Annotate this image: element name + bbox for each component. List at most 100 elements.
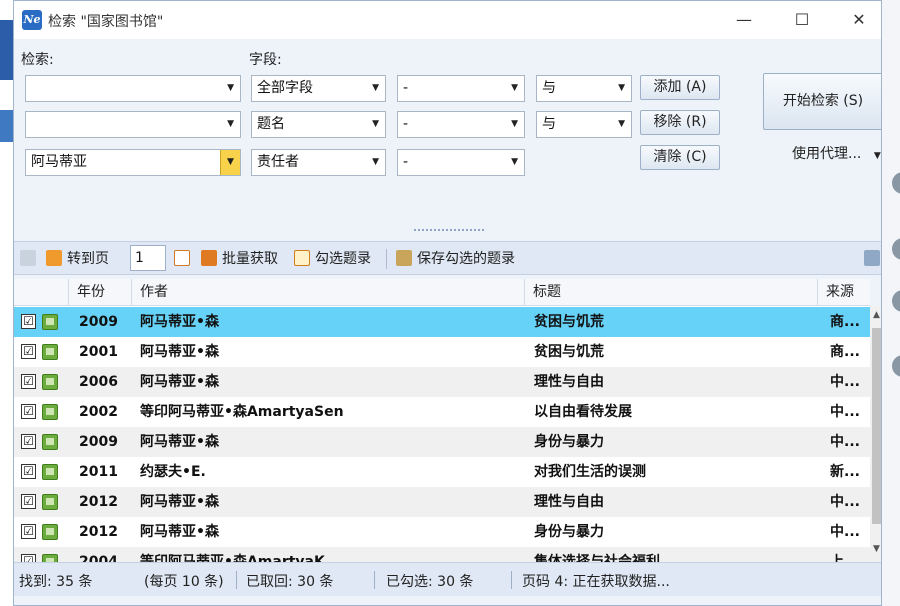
logic-select-2[interactable]: 与 ▼ [536, 111, 632, 138]
status-found: 找到: 35 条 [19, 574, 93, 590]
user-icon [864, 250, 880, 266]
match-select-1[interactable]: - ▼ [397, 75, 525, 102]
results-toolbar: 转到页 1 批量获取 勾选题录 保存勾选的题录 [14, 241, 881, 275]
row-checkbox[interactable]: ☑ [21, 404, 36, 419]
save-checked-button[interactable]: 保存勾选的题录 [396, 249, 515, 269]
splitter-grip[interactable] [414, 229, 484, 233]
table-row[interactable]: ☑ 2012 阿马蒂亚•森 理性与自由 中... [14, 487, 870, 517]
table-row[interactable]: ☑ 2012 阿马蒂亚•森 身份与暴力 中... [14, 517, 870, 547]
scroll-up-icon[interactable]: ▲ [870, 310, 881, 320]
match-select-3[interactable]: - ▼ [397, 149, 525, 176]
row-checkbox[interactable]: ☑ [21, 554, 36, 562]
table-row[interactable]: ☑ 2006 阿马蒂亚•森 理性与自由 中... [14, 367, 870, 397]
save-records-icon [396, 250, 412, 266]
remove-button[interactable]: 移除 (R) [640, 110, 720, 135]
avatar [892, 355, 900, 377]
status-page: 页码 4: 正在获取数据... [522, 574, 670, 590]
query-label: 检索: [21, 52, 54, 68]
vertical-scrollbar[interactable]: ▲ ▼ [870, 306, 881, 562]
field-value: 全部字段 [257, 80, 313, 96]
field-select-3[interactable]: 责任者 ▼ [251, 149, 386, 176]
check-records-label: 勾选题录 [315, 251, 371, 267]
column-header-title[interactable]: 标题 [524, 279, 817, 306]
cell-source: 上... [830, 554, 860, 562]
cell-title: 对我们生活的误测 [534, 464, 646, 480]
row-checkbox[interactable]: ☑ [21, 464, 36, 479]
table-row[interactable]: ☑ 2011 约瑟夫•E. 对我们生活的误测 新... [14, 457, 870, 487]
field-select-2[interactable]: 题名 ▼ [251, 111, 386, 138]
column-header-source[interactable]: 来源 [817, 279, 870, 306]
dropdown-arrow-icon: ▼ [618, 83, 625, 93]
book-icon [42, 434, 58, 450]
goto-page-label: 转到页 [67, 251, 109, 267]
batch-fetch-label: 批量获取 [222, 251, 278, 267]
start-search-button[interactable]: 开始检索 (S) [763, 73, 881, 130]
status-divider [236, 571, 237, 589]
row-checkbox[interactable]: ☑ [21, 524, 36, 539]
add-button[interactable]: 添加 (A) [640, 75, 720, 100]
dropdown-arrow-icon: ▼ [511, 157, 518, 167]
logic-value: 与 [542, 116, 556, 132]
cell-year: 2004 [79, 554, 118, 562]
goto-page-button[interactable]: 转到页 [46, 249, 109, 269]
cell-year: 2012 [79, 524, 118, 540]
cell-year: 2006 [79, 374, 118, 390]
logic-select-1[interactable]: 与 ▼ [536, 75, 632, 102]
page-number-input[interactable]: 1 [130, 245, 166, 271]
window-title: 检索 "国家图书馆" [48, 14, 164, 30]
check-records-button[interactable]: 勾选题录 [294, 249, 371, 269]
table-row[interactable]: ☑ 2009 阿马蒂亚•森 贫困与饥荒 商... [14, 307, 870, 337]
batch-fetch-button[interactable]: 批量获取 [201, 249, 278, 269]
row-checkbox[interactable]: ☑ [21, 434, 36, 449]
cell-source: 商... [830, 314, 860, 330]
status-divider [511, 571, 512, 589]
query-input-2[interactable]: ▼ [25, 111, 241, 138]
row-checkbox[interactable]: ☑ [21, 374, 36, 389]
book-icon [42, 554, 58, 562]
results-table: 年份 作者 标题 来源 ☑ 2009 阿马蒂亚•森 贫困与饥荒 商... ☑ 2… [14, 279, 870, 562]
match-select-2[interactable]: - ▼ [397, 111, 525, 138]
avatar [892, 290, 900, 312]
table-row[interactable]: ☑ 2001 阿马蒂亚•森 贫困与饥荒 商... [14, 337, 870, 367]
dropdown-arrow-icon[interactable]: ▼ [220, 150, 240, 175]
cell-author: 阿马蒂亚•森 [140, 344, 219, 360]
close-button[interactable]: ✕ [836, 1, 881, 39]
cell-author: 等印阿马蒂亚•森AmartyaSen [140, 404, 344, 420]
query-input-3[interactable]: 阿马蒂亚 ▼ [25, 149, 241, 176]
table-row[interactable]: ☑ 2004 等印阿马蒂亚•森AmartyaK 集体选择与社会福利 上... [14, 547, 870, 562]
cell-author: 阿马蒂亚•森 [140, 434, 219, 450]
scroll-down-icon[interactable]: ▼ [870, 544, 881, 554]
field-select-1[interactable]: 全部字段 ▼ [251, 75, 386, 102]
maximize-button[interactable]: ☐ [779, 1, 825, 39]
prev-page-icon[interactable] [20, 249, 41, 269]
dropdown-arrow-icon: ▼ [618, 119, 625, 129]
clear-button[interactable]: 清除 (C) [640, 145, 720, 170]
row-checkbox[interactable]: ☑ [21, 314, 36, 329]
status-divider [374, 571, 375, 589]
row-checkbox[interactable]: ☑ [21, 344, 36, 359]
table-row[interactable]: ☑ 2002 等印阿马蒂亚•森AmartyaSen 以自由看待发展 中... [14, 397, 870, 427]
cell-title: 理性与自由 [534, 374, 604, 390]
scroll-thumb[interactable] [872, 328, 881, 524]
dropdown-arrow-icon: ▼ [227, 83, 234, 93]
search-panel: 检索: 字段: ▼ 全部字段 ▼ - ▼ 与 ▼ ▼ 题名 ▼ - ▼ 与 ▼ … [14, 39, 881, 234]
cell-author: 约瑟夫•E. [140, 464, 206, 480]
column-header-author[interactable]: 作者 [131, 279, 524, 306]
match-value: - [403, 80, 409, 96]
query-input-1[interactable]: ▼ [25, 75, 241, 102]
cell-source: 新... [830, 464, 860, 480]
use-proxy-menu[interactable]: 使用代理... ▼ [792, 143, 881, 163]
field-value: 题名 [257, 116, 285, 132]
column-header-year[interactable]: 年份 [68, 279, 131, 306]
minimize-button[interactable]: — [721, 1, 767, 39]
cell-author: 阿马蒂亚•森 [140, 314, 219, 330]
user-settings-icon[interactable] [864, 249, 881, 269]
page-list-icon[interactable] [174, 249, 195, 269]
cell-author: 阿马蒂亚•森 [140, 374, 219, 390]
row-checkbox[interactable]: ☑ [21, 494, 36, 509]
background-nav [0, 110, 14, 142]
status-retrieved: 已取回: 30 条 [246, 574, 334, 590]
table-row[interactable]: ☑ 2009 阿马蒂亚•森 身份与暴力 中... [14, 427, 870, 457]
dropdown-arrow-icon: ▼ [372, 119, 379, 129]
book-icon [42, 344, 58, 360]
